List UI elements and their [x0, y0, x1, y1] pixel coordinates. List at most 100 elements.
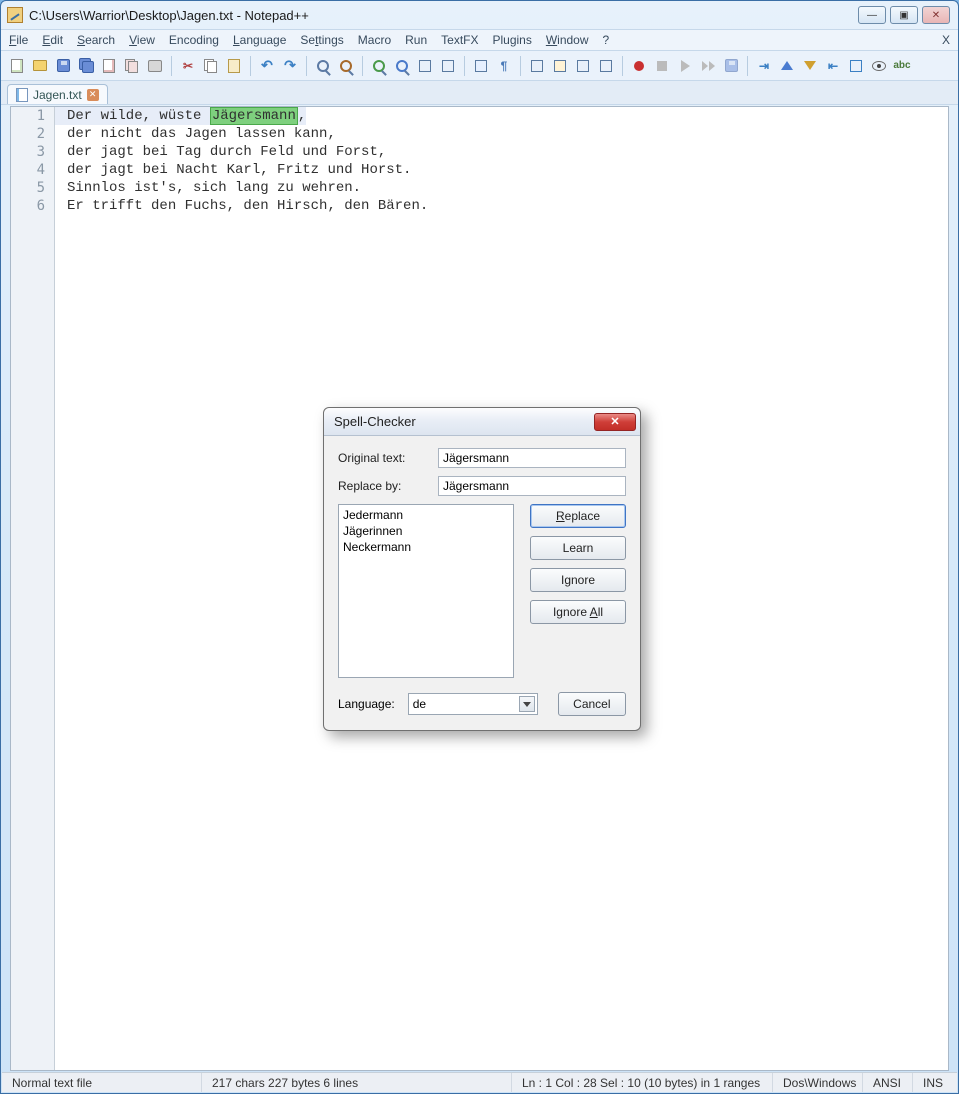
fast-forward-icon — [702, 61, 715, 71]
menu-language[interactable]: Language — [233, 33, 286, 47]
close-button[interactable]: ✕ — [922, 6, 950, 24]
menu-file[interactable]: File — [9, 33, 28, 47]
sync-v-button[interactable] — [415, 56, 435, 76]
tab-label: Jagen.txt — [33, 88, 82, 102]
menu-settings[interactable]: Settings — [300, 33, 343, 47]
menu-run[interactable]: Run — [405, 33, 427, 47]
code-line[interactable]: Sinnlos ist's, sich lang zu wehren. — [55, 179, 361, 197]
zoom-in-icon — [373, 60, 385, 72]
sync-h-button[interactable] — [438, 56, 458, 76]
copy-button[interactable] — [201, 56, 221, 76]
menu-search[interactable]: Search — [77, 33, 115, 47]
suggestion-item[interactable]: Jägerinnen — [343, 523, 509, 539]
tool-c-button[interactable] — [800, 56, 820, 76]
dialog-title: Spell-Checker — [334, 414, 416, 429]
replace-button[interactable]: Replace — [530, 504, 626, 528]
menu-x[interactable]: X — [942, 33, 950, 47]
macro-play-multi-button[interactable] — [698, 56, 718, 76]
close-all-icon — [125, 59, 139, 73]
line-number: 5 — [11, 179, 55, 197]
triangle-down-icon — [804, 61, 816, 70]
menu-window[interactable]: Window — [546, 33, 589, 47]
pilcrow-icon: ¶ — [501, 59, 508, 73]
menu-macro[interactable]: Macro — [358, 33, 391, 47]
zoom-out-icon — [396, 60, 408, 72]
menu-textfx[interactable]: TextFX — [441, 33, 478, 47]
cut-button[interactable]: ✂ — [178, 56, 198, 76]
tool-d-button[interactable]: ⇤ — [823, 56, 843, 76]
close-file-button[interactable] — [99, 56, 119, 76]
dialog-titlebar[interactable]: Spell-Checker ✕ — [324, 408, 640, 436]
find-replace-button[interactable] — [336, 56, 356, 76]
show-all-chars-button[interactable]: ¶ — [494, 56, 514, 76]
tool-f-button[interactable] — [869, 56, 889, 76]
func-list-button[interactable] — [596, 56, 616, 76]
code-line[interactable]: Der wilde, wüste Jägersmann, — [55, 107, 306, 125]
language-combo[interactable]: de — [408, 693, 538, 715]
code-line[interactable]: Er trifft den Fuchs, den Hirsch, den Bär… — [55, 197, 428, 215]
gutter — [11, 107, 55, 1070]
menu-encoding[interactable]: Encoding — [169, 33, 219, 47]
spellcheck-button[interactable]: abc — [892, 56, 912, 76]
menu-view[interactable]: View — [129, 33, 155, 47]
play-icon — [681, 60, 690, 72]
spellcheck-icon: abc — [893, 60, 910, 71]
open-file-button[interactable] — [30, 56, 50, 76]
new-file-button[interactable] — [7, 56, 27, 76]
menu-plugins[interactable]: Plugins — [492, 33, 531, 47]
ignore-all-button[interactable]: Ignore All — [530, 600, 626, 624]
save-button[interactable] — [53, 56, 73, 76]
status-encoding: ANSI — [863, 1073, 913, 1092]
save-icon — [57, 59, 70, 72]
dropdown-arrow-icon[interactable] — [519, 696, 535, 712]
code-line[interactable]: der jagt bei Nacht Karl, Fritz und Horst… — [55, 161, 411, 179]
tool-a-button[interactable]: ⇥ — [754, 56, 774, 76]
dialog-close-button[interactable]: ✕ — [594, 413, 636, 431]
tab-jagen[interactable]: Jagen.txt ✕ — [7, 84, 108, 104]
close-file-icon — [103, 59, 115, 73]
app-icon — [7, 7, 23, 23]
macro-save-button[interactable] — [721, 56, 741, 76]
close-all-button[interactable] — [122, 56, 142, 76]
tool-b-button[interactable] — [777, 56, 797, 76]
save-all-button[interactable] — [76, 56, 96, 76]
macro-stop-button[interactable] — [652, 56, 672, 76]
macro-play-button[interactable] — [675, 56, 695, 76]
user-lang-button[interactable] — [550, 56, 570, 76]
titlebar[interactable]: C:\Users\Warrior\Desktop\Jagen.txt - Not… — [1, 1, 958, 29]
highlighted-word[interactable]: Jägersmann — [210, 107, 298, 125]
tab-close-button[interactable]: ✕ — [87, 89, 99, 101]
undo-button[interactable]: ↶ — [257, 56, 277, 76]
wordwrap-button[interactable] — [471, 56, 491, 76]
replace-by-field[interactable] — [438, 476, 626, 496]
zoom-in-button[interactable] — [369, 56, 389, 76]
code-line[interactable]: der jagt bei Tag durch Feld und Forst, — [55, 143, 386, 161]
tool-e-button[interactable] — [846, 56, 866, 76]
doc-map-button[interactable] — [573, 56, 593, 76]
suggestion-list[interactable]: JedermannJägerinnenNeckermann — [338, 504, 514, 678]
suggestion-item[interactable]: Neckermann — [343, 539, 509, 555]
language-value: de — [413, 697, 426, 711]
menu-help[interactable]: ? — [603, 33, 610, 47]
macro-record-button[interactable] — [629, 56, 649, 76]
statusbar: Normal text file 217 chars 227 bytes 6 l… — [2, 1072, 957, 1092]
status-position: Ln : 1 Col : 28 Sel : 10 (10 bytes) in 1… — [512, 1073, 773, 1092]
maximize-button[interactable]: ▣ — [890, 6, 918, 24]
learn-button[interactable]: Learn — [530, 536, 626, 560]
ignore-button[interactable]: Ignore — [530, 568, 626, 592]
redo-button[interactable]: ↷ — [280, 56, 300, 76]
minimize-button[interactable]: — — [858, 6, 886, 24]
indent-guide-button[interactable] — [527, 56, 547, 76]
suggestion-item[interactable]: Jedermann — [343, 507, 509, 523]
paste-button[interactable] — [224, 56, 244, 76]
find-button[interactable] — [313, 56, 333, 76]
cancel-button[interactable]: Cancel — [558, 692, 626, 716]
menu-edit[interactable]: Edit — [42, 33, 63, 47]
zoom-out-button[interactable] — [392, 56, 412, 76]
menubar: File Edit Search View Encoding Language … — [1, 29, 958, 51]
document-icon — [16, 88, 28, 102]
print-button[interactable] — [145, 56, 165, 76]
code-line[interactable]: der nicht das Jagen lassen kann, — [55, 125, 336, 143]
eye-icon — [872, 61, 886, 71]
sync-v-icon — [419, 60, 431, 72]
